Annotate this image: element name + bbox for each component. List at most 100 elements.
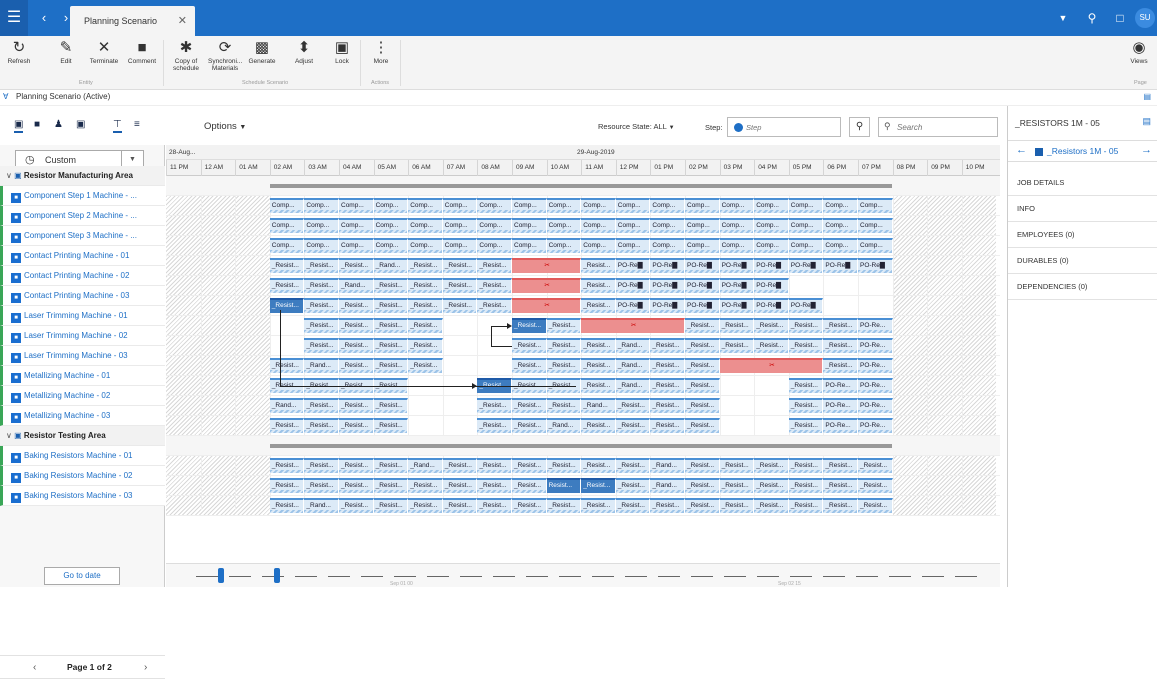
task-bar[interactable]: Comp... (477, 238, 512, 253)
detail-section-item[interactable]: JOB DETAILS (1008, 170, 1157, 196)
task-bar[interactable]: _Resist... (442, 458, 478, 473)
panel-icon[interactable]: ▤ (1143, 92, 1151, 101)
timeline-handle[interactable] (274, 568, 280, 583)
task-bar[interactable]: _Resist... (581, 278, 616, 293)
task-bar[interactable]: _Resist... (615, 398, 651, 413)
task-bar[interactable]: Comp... (373, 238, 409, 253)
task-bar[interactable]: Comp... (650, 218, 685, 233)
task-bar[interactable]: _Resist... (685, 378, 720, 393)
task-bar[interactable]: _Resist... (512, 478, 547, 493)
task-bar[interactable]: Comp... (339, 218, 374, 233)
task-bar[interactable]: _Resist... (304, 318, 339, 333)
synchronize-materials-button[interactable]: ⟳ Synchroni... Materials (208, 39, 242, 72)
task-bar[interactable]: _Rand... (615, 358, 651, 373)
expand-panel-icon[interactable]: ▤ (1142, 116, 1151, 127)
task-bar[interactable]: Comp... (581, 218, 616, 233)
task-bar[interactable]: _Resist... (546, 498, 582, 513)
resource-row[interactable]: ■ Contact Printing Machine - 01 (0, 246, 165, 266)
task-bar[interactable]: _Resist... (512, 458, 547, 473)
task-bar[interactable]: Comp... (408, 218, 443, 233)
task-bar[interactable]: Comp... (719, 198, 755, 213)
task-bar[interactable]: _Rand... (581, 398, 616, 413)
task-bar[interactable]: _Resist... (650, 358, 685, 373)
task-bar[interactable]: _Resist... (408, 298, 443, 313)
task-bar[interactable]: Comp... (823, 238, 858, 253)
task-bar[interactable]: Comp... (858, 238, 893, 253)
task-bar[interactable]: _Resist... (685, 458, 720, 473)
task-bar[interactable]: Comp... (615, 218, 651, 233)
search-icon[interactable]: ⚲ (1082, 0, 1102, 36)
task-bar[interactable]: _Resist... (304, 418, 339, 433)
task-bar[interactable]: _Resist... (788, 478, 824, 493)
resource-row[interactable]: ■ Contact Printing Machine - 03 (0, 286, 165, 306)
task-bar[interactable]: _Resist... (650, 398, 685, 413)
task-bar[interactable]: Comp... (719, 218, 755, 233)
task-bar[interactable]: _Resist... (546, 398, 582, 413)
task-bar[interactable]: PO-Re▇ (788, 258, 824, 273)
task-bar[interactable]: Comp... (615, 238, 651, 253)
timeline-scroller[interactable]: Sep 01 00 Sep 02 15 (166, 563, 1000, 587)
task-bar[interactable]: PO-Re▇ (754, 278, 789, 293)
task-bar[interactable]: Comp... (373, 218, 409, 233)
task-bar[interactable]: Comp... (442, 238, 478, 253)
task-bar[interactable]: _Resist... (823, 318, 858, 333)
task-bar[interactable]: _Resist... (823, 478, 858, 493)
task-bar[interactable]: _Resist... (788, 458, 824, 473)
task-bar[interactable]: Comp... (858, 218, 893, 233)
task-bar[interactable]: _Resist... (685, 318, 720, 333)
refresh-button[interactable]: ↻ Refresh (2, 39, 36, 65)
task-bar[interactable]: PO-Re... (858, 418, 893, 433)
task-bar[interactable]: _Resist... (754, 478, 789, 493)
task-bar[interactable]: _Resist... (373, 498, 409, 513)
task-bar[interactable]: _Resist... (546, 318, 582, 333)
task-bar[interactable]: PO-Re▇ (685, 278, 720, 293)
task-bar[interactable]: _Resist... (339, 338, 374, 353)
task-bar[interactable]: _Resist... (615, 498, 651, 513)
resource-state-filter[interactable]: Resource State: ALL ▼ (598, 122, 675, 131)
task-bar[interactable]: PO-Re... (858, 398, 893, 413)
task-bar[interactable]: _Resist... (373, 278, 409, 293)
task-bar[interactable]: _Resist... (477, 498, 512, 513)
task-bar[interactable]: Comp... (823, 218, 858, 233)
search-field[interactable]: ⚲ (878, 117, 998, 137)
resource-row[interactable]: ■ Component Step 1 Machine - ... (0, 186, 165, 206)
task-bar[interactable]: _Resist... (719, 458, 755, 473)
task-bar[interactable]: _Resist... (719, 498, 755, 513)
resource-row[interactable]: ■ Baking Resistors Machine - 03 (0, 486, 165, 506)
task-bar[interactable]: _Resist... (339, 458, 374, 473)
task-bar[interactable]: _Resist... (339, 358, 374, 373)
task-bar[interactable]: _Resist... (685, 418, 720, 433)
task-bar[interactable]: _Resist... (339, 298, 374, 313)
task-bar[interactable]: PO-Re▇ (615, 278, 651, 293)
task-bar[interactable]: Comp... (269, 218, 305, 233)
task-bar[interactable]: Comp... (512, 238, 547, 253)
task-bar[interactable]: Comp... (546, 198, 582, 213)
task-bar[interactable]: _Resist... (269, 478, 305, 493)
task-bar[interactable]: _Resist... (512, 318, 547, 333)
task-bar[interactable]: _Resist... (304, 258, 339, 273)
step-search-button[interactable]: ⚲ (849, 117, 870, 137)
task-bar[interactable]: Resist... (546, 478, 582, 493)
collapse-chevron-icon[interactable]: ∨ (6, 171, 14, 180)
task-bar[interactable]: _Resist... (685, 338, 720, 353)
next-record-icon[interactable]: → (1141, 144, 1152, 156)
task-bar[interactable]: Comp... (546, 218, 582, 233)
grid-icon[interactable]: ▣ (76, 120, 85, 130)
task-bar[interactable]: PO-Re▇ (685, 258, 720, 273)
task-bar[interactable]: _Rand... (546, 418, 582, 433)
task-bar[interactable]: Comp... (581, 238, 616, 253)
task-bar[interactable]: _Resist... (477, 278, 512, 293)
task-bar[interactable]: Comp... (408, 198, 443, 213)
dropdown-icon[interactable]: ▼ (1053, 0, 1073, 36)
task-bar[interactable]: PO-Re▇ (719, 258, 755, 273)
task-bar[interactable]: _Rand... (615, 338, 651, 353)
task-bar[interactable]: _Resist... (823, 498, 858, 513)
timeline-handle[interactable] (218, 568, 224, 583)
task-bar[interactable]: Comp... (339, 238, 374, 253)
task-bar[interactable]: Comp... (304, 238, 339, 253)
task-bar[interactable]: _Resist... (512, 398, 547, 413)
task-bar[interactable]: _Resist... (477, 418, 512, 433)
more-button[interactable]: ⋮ More (364, 39, 398, 65)
task-bar[interactable]: _Resist... (304, 478, 339, 493)
task-bar[interactable]: _Resist... (719, 478, 755, 493)
